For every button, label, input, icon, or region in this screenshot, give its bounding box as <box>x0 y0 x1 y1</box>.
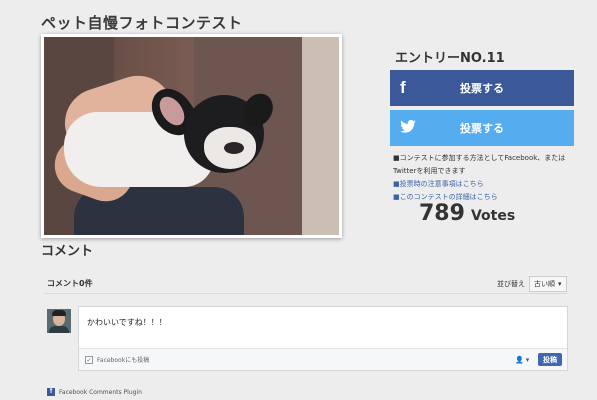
participation-note: ■コンテストに参加する方法としてFacebook、またはTwitterを利用でき… <box>393 154 566 175</box>
twitter-bird-icon <box>400 119 416 136</box>
sort-label: 並び替え <box>497 280 525 288</box>
comment-heading: コメント <box>41 244 94 259</box>
user-icon: 👤 <box>515 356 524 364</box>
facebook-icon: f <box>400 78 406 97</box>
vote-unit: Votes <box>470 208 516 224</box>
facebook-vote-button[interactable]: f 投票する <box>390 70 574 106</box>
entry-title: エントリーNO.11 <box>395 51 505 66</box>
comment-composer: かわいいですね！！！ ✓ Facebookにも投稿 👤 ▾ 投稿 <box>78 306 568 371</box>
caret-down-icon: ▾ <box>558 280 562 288</box>
caret-down-icon: ▾ <box>525 356 530 364</box>
identity-selector[interactable]: 👤 ▾ <box>515 356 529 364</box>
sort-select[interactable]: 古い順 ▾ <box>529 276 567 292</box>
twitter-vote-button[interactable]: 投票する <box>390 110 574 146</box>
post-to-facebook-checkbox[interactable]: ✓ Facebookにも投稿 <box>85 355 149 364</box>
checkmark-icon: ✓ <box>85 355 93 364</box>
vote-counter: 789 Votes <box>419 201 515 226</box>
comment-count: コメント0件 <box>47 279 93 288</box>
voting-notes-link[interactable]: ■投票時の注意事項はこちら <box>393 178 573 191</box>
entry-photo-frame <box>41 34 342 238</box>
sort-control: 並び替え 古い順 ▾ <box>497 276 567 292</box>
post-to-facebook-label: Facebookにも投稿 <box>97 357 150 364</box>
composer-footer: ✓ Facebookにも投稿 👤 ▾ 投稿 <box>79 348 567 370</box>
entry-photo <box>44 37 339 235</box>
twitter-vote-label: 投票する <box>460 122 504 135</box>
plugin-label: Facebook Comments Plugin <box>59 388 142 396</box>
vote-count: 789 <box>419 201 465 226</box>
avatar <box>47 309 71 333</box>
facebook-icon: f <box>47 388 55 396</box>
post-button[interactable]: 投稿 <box>538 353 562 366</box>
comment-input[interactable]: かわいいですね！！！ <box>87 317 167 328</box>
facebook-comments-plugin-link[interactable]: f Facebook Comments Plugin <box>47 388 142 396</box>
page-title: ペット自慢フォトコンテスト <box>41 14 243 32</box>
sort-value: 古い順 <box>534 280 555 288</box>
facebook-vote-label: 投票する <box>460 82 504 95</box>
divider <box>44 293 568 294</box>
entry-info: ■コンテストに参加する方法としてFacebook、またはTwitterを利用でき… <box>393 152 573 204</box>
